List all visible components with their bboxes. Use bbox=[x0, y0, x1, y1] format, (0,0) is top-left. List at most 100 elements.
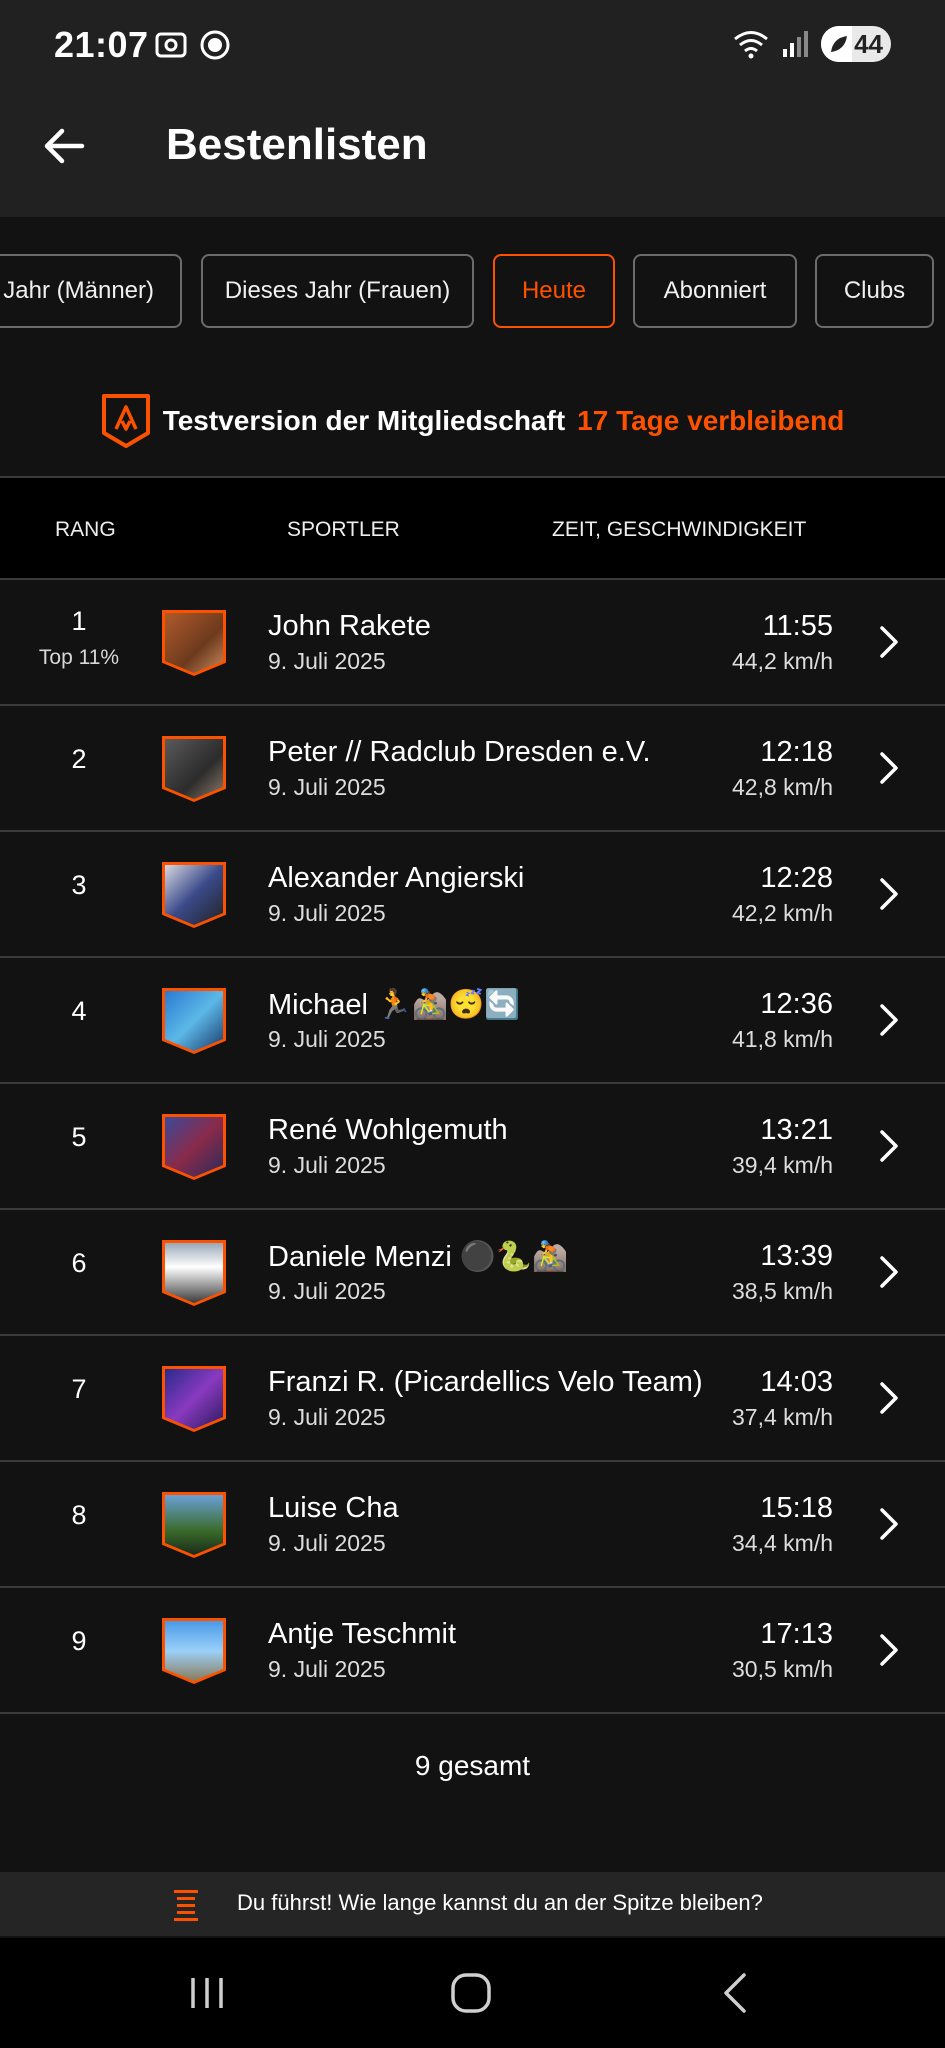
row-speed: 30,5 km/h bbox=[732, 1656, 833, 1682]
chevron-right-icon bbox=[880, 1508, 898, 1540]
avatar[interactable] bbox=[162, 1492, 226, 1558]
row-athlete-name: Luise Cha bbox=[268, 1492, 399, 1524]
page-title: Bestenlisten bbox=[166, 120, 428, 169]
row-rank: 2 bbox=[71, 744, 87, 774]
system-nav-bar bbox=[0, 1938, 945, 2048]
signal-icon bbox=[783, 31, 808, 57]
row-athlete-name: Daniele Menzi ⚫🐍🚵 bbox=[268, 1241, 569, 1273]
strava-badge-icon bbox=[101, 394, 150, 448]
back-button[interactable] bbox=[34, 116, 94, 176]
row-date: 9. Juli 2025 bbox=[268, 1530, 386, 1556]
screenshot-icon bbox=[155, 32, 187, 58]
avatar[interactable] bbox=[162, 1240, 226, 1306]
tab-clubs[interactable]: Clubs bbox=[815, 254, 934, 328]
row-rank-percentile: Top 11% bbox=[38, 646, 120, 669]
tab-today[interactable]: Heute bbox=[493, 254, 615, 328]
row-speed: 34,4 km/h bbox=[732, 1530, 833, 1556]
row-date: 9. Juli 2025 bbox=[268, 1404, 386, 1430]
row-rank: 1 bbox=[71, 606, 87, 636]
column-header-rank: RANG bbox=[55, 518, 116, 541]
row-speed: 37,4 km/h bbox=[732, 1404, 833, 1430]
avatar[interactable] bbox=[162, 862, 226, 928]
avatar[interactable] bbox=[162, 610, 226, 676]
chevron-right-icon bbox=[880, 878, 898, 910]
row-date: 9. Juli 2025 bbox=[268, 648, 386, 674]
row-time: 13:21 bbox=[760, 1114, 833, 1146]
leaderboard-row[interactable]: 3 Alexander Angierski 9. Juli 2025 12:28 42,… bbox=[0, 832, 945, 958]
leader-banner[interactable]: Du führst! Wie lange kannst du an der Sp… bbox=[0, 1872, 945, 1936]
row-speed: 38,5 km/h bbox=[732, 1278, 833, 1304]
leaderboard-icon bbox=[174, 1890, 198, 1921]
battery-indicator: 44 bbox=[821, 26, 891, 62]
recents-button[interactable] bbox=[177, 1968, 237, 2018]
home-icon bbox=[451, 1973, 491, 2013]
row-speed: 42,2 km/h bbox=[732, 900, 833, 926]
trial-remaining: 17 Tage verbleibend bbox=[577, 405, 845, 436]
row-athlete-name: John Rakete bbox=[268, 610, 431, 642]
row-athlete-name: René Wohlgemuth bbox=[268, 1114, 508, 1146]
row-athlete-name: Peter // Radclub Dresden e.V. bbox=[268, 736, 651, 768]
leaderboard-row[interactable]: 6 Daniele Menzi ⚫🐍🚵 9. Juli 2025 13:39 38,5 … bbox=[0, 1210, 945, 1336]
row-time: 12:18 bbox=[760, 736, 833, 768]
avatar[interactable] bbox=[162, 988, 226, 1054]
wifi-icon bbox=[734, 31, 768, 59]
chat-icon bbox=[200, 30, 230, 60]
row-rank: 9 bbox=[71, 1626, 87, 1656]
row-athlete-name: Michael 🏃🚵😴🔄 bbox=[268, 989, 521, 1021]
avatar[interactable] bbox=[162, 1618, 226, 1684]
row-time: 12:28 bbox=[760, 862, 833, 894]
tab-this-year-men[interactable]: s Jahr (Männer) bbox=[0, 254, 182, 328]
tab-this-year-women[interactable]: Dieses Jahr (Frauen) bbox=[201, 254, 474, 328]
chevron-right-icon bbox=[880, 1634, 898, 1666]
trial-text: Testversion der Mitgliedschaft bbox=[162, 405, 566, 436]
leader-banner-text: Du führst! Wie lange kannst du an der Sp… bbox=[237, 1890, 763, 1915]
leaderboard-row[interactable]: 1 Top 11% John Rakete 9. Juli 2025 11:55 44,2… bbox=[0, 580, 945, 706]
home-button[interactable] bbox=[441, 1968, 501, 2018]
back-icon bbox=[724, 1973, 746, 2013]
arrow-left-icon bbox=[44, 128, 85, 164]
avatar[interactable] bbox=[162, 1366, 226, 1432]
trial-banner[interactable]: Testversion der Mitgliedschaft 17 Tage v… bbox=[0, 386, 945, 456]
row-time: 15:18 bbox=[760, 1492, 833, 1524]
row-speed: 44,2 km/h bbox=[732, 648, 833, 674]
leaderboard-row[interactable]: 2 Peter // Radclub Dresden e.V. 9. Juli 20… bbox=[0, 706, 945, 832]
row-speed: 42,8 km/h bbox=[732, 774, 833, 800]
chevron-right-icon bbox=[880, 1382, 898, 1414]
system-back-button[interactable] bbox=[705, 1968, 765, 2018]
row-rank: 4 bbox=[71, 996, 87, 1026]
chevron-right-icon bbox=[880, 752, 898, 784]
leaderboard-row[interactable]: 4 Michael 🏃🚵😴🔄 9. Juli 2025 12:36 41,8 km/h bbox=[0, 958, 945, 1084]
row-athlete-name: Alexander Angierski bbox=[268, 862, 525, 894]
leaderboard-row[interactable]: 7 Franzi R. (Picardellics Velo Team) 9. Ju… bbox=[0, 1336, 945, 1462]
row-date: 9. Juli 2025 bbox=[268, 1026, 386, 1052]
status-bar: 21:07 44 bbox=[0, 0, 945, 90]
chevron-right-icon bbox=[880, 626, 898, 658]
tab-following[interactable]: Abonniert bbox=[633, 254, 797, 328]
column-header-time: ZEIT, GESCHWINDIGKEIT bbox=[552, 518, 807, 541]
leaderboard-row[interactable]: 8 Luise Cha 9. Juli 2025 15:18 34,4 km/h bbox=[0, 1462, 945, 1588]
row-rank: 5 bbox=[71, 1122, 87, 1152]
leaderboard-row[interactable]: 5 René Wohlgemuth 9. Juli 2025 13:21 39,4 km… bbox=[0, 1084, 945, 1210]
row-time: 12:36 bbox=[760, 988, 833, 1020]
row-speed: 41,8 km/h bbox=[732, 1026, 833, 1052]
row-date: 9. Juli 2025 bbox=[268, 1656, 386, 1682]
avatar[interactable] bbox=[162, 1114, 226, 1180]
row-rank: 7 bbox=[71, 1374, 87, 1404]
row-date: 9. Juli 2025 bbox=[268, 1278, 386, 1304]
row-speed: 39,4 km/h bbox=[732, 1152, 833, 1178]
row-rank: 8 bbox=[71, 1500, 87, 1530]
row-time: 11:55 bbox=[762, 610, 833, 642]
avatar[interactable] bbox=[162, 736, 226, 802]
row-rank: 3 bbox=[71, 870, 87, 900]
leaderboard-row[interactable]: 9 Antje Teschmit 9. Juli 2025 17:13 30,5 km/… bbox=[0, 1588, 945, 1714]
chevron-right-icon bbox=[880, 1004, 898, 1036]
table-header: RANG SPORTLER ZEIT, GESCHWINDIGKEIT bbox=[0, 478, 945, 578]
column-header-athlete: SPORTLER bbox=[287, 518, 400, 541]
battery-percent: 44 bbox=[854, 28, 883, 59]
status-notification-icons bbox=[154, 28, 232, 62]
divider bbox=[0, 1712, 945, 1714]
app-bar: Bestenlisten bbox=[0, 90, 945, 217]
row-date: 9. Juli 2025 bbox=[268, 774, 386, 800]
row-date: 9. Juli 2025 bbox=[268, 900, 386, 926]
filter-tabs: s Jahr (Männer) Dieses Jahr (Frauen) Heu… bbox=[0, 254, 945, 328]
